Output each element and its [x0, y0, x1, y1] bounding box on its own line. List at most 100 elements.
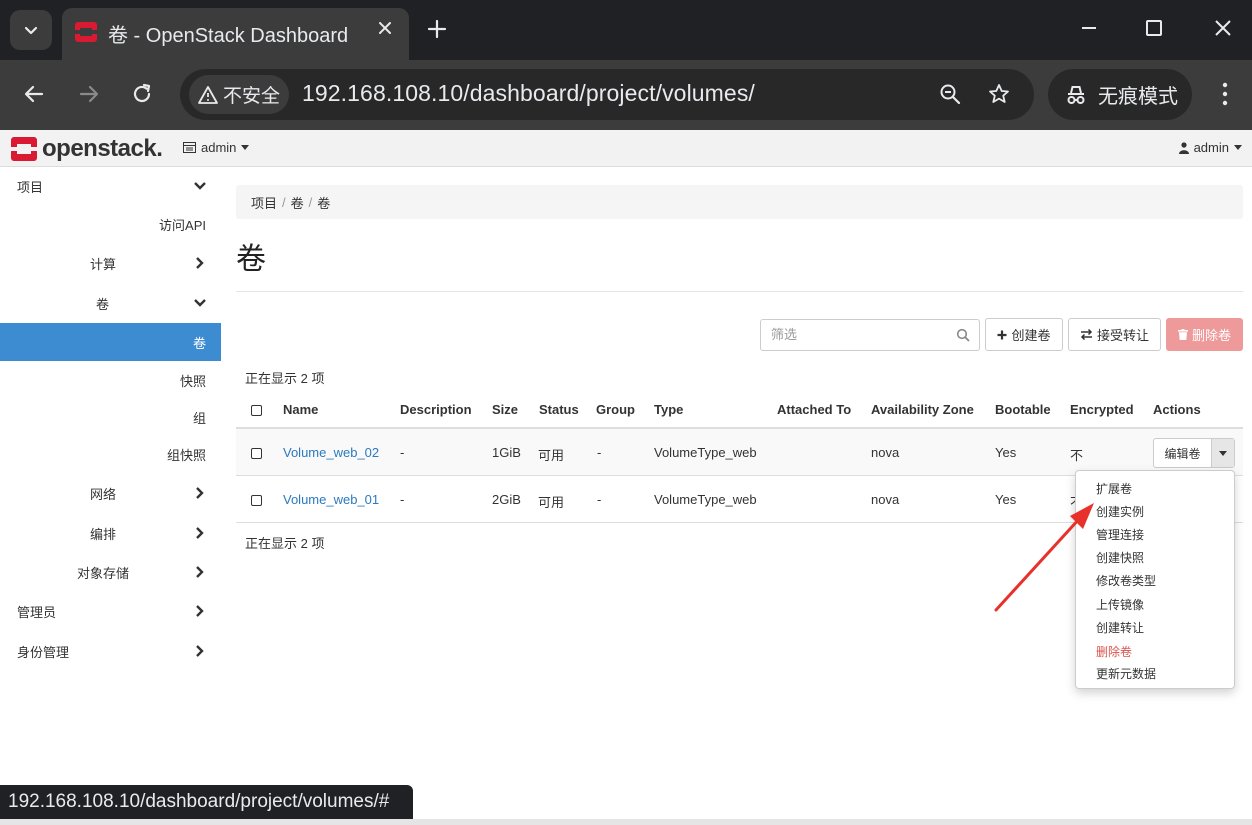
column-header-status[interactable]: Status — [539, 402, 579, 417]
sidebar-item-label: 组 — [192, 410, 206, 426]
exchange-icon — [1080, 329, 1093, 340]
bookmark-star-icon[interactable] — [987, 82, 1011, 111]
menu-item-upload-image[interactable]: 上传镜像 — [1096, 596, 1144, 613]
sidebar-item-label: 对象存储 — [77, 565, 130, 581]
sidebar-item-label: 网络 — [90, 486, 117, 502]
volume-type: VolumeType_web — [654, 492, 757, 507]
incognito-chip[interactable]: 无痕模式 — [1048, 69, 1192, 120]
menu-item-extend-volume[interactable]: 扩展卷 — [1096, 480, 1132, 497]
link-status-bubble: 192.168.108.10/dashboard/project/volumes… — [0, 785, 413, 819]
url-text[interactable]: 192.168.108.10/dashboard/project/volumes… — [302, 80, 755, 107]
table-header: Name Description Size Status Group Type … — [236, 392, 1243, 429]
volume-bootable: Yes — [995, 445, 1017, 460]
column-header-attached-to[interactable]: Attached To — [777, 402, 851, 417]
breadcrumb-item[interactable]: 项目 — [251, 193, 277, 212]
openstack-logo-text: openstack. — [42, 135, 163, 162]
chevron-right-icon — [196, 605, 204, 617]
new-tab-plus-icon[interactable] — [426, 18, 448, 45]
breadcrumb-item[interactable]: 卷 — [291, 193, 304, 212]
volume-name-link[interactable]: Volume_web_02 — [283, 445, 379, 460]
reload-icon[interactable] — [130, 82, 154, 111]
project-selector[interactable]: admin — [183, 140, 250, 155]
column-header-encrypted[interactable]: Encrypted — [1070, 402, 1134, 417]
sidebar-item-project[interactable]: 项目 — [0, 167, 221, 205]
chevron-down-icon — [194, 299, 206, 307]
filter-input[interactable] — [771, 327, 951, 342]
sidebar-item-api-access[interactable]: 访问API — [0, 205, 221, 243]
volume-description: - — [400, 492, 405, 507]
caret-down-icon — [1234, 145, 1242, 150]
browser-menu-dots-icon[interactable] — [1214, 81, 1236, 112]
volume-size: 2GiB — [492, 492, 521, 507]
accept-transfer-button[interactable]: 接受转让 — [1068, 318, 1161, 351]
row-actions-dropdown-toggle[interactable] — [1212, 439, 1234, 467]
window-close-icon[interactable] — [1211, 16, 1235, 45]
browser-tab[interactable]: 卷 - OpenStack Dashboard — [62, 8, 409, 60]
column-header-group[interactable]: Group — [596, 402, 635, 417]
sidebar-item-object-store[interactable]: 对象存储 — [0, 553, 221, 591]
menu-item-change-volume-type[interactable]: 修改卷类型 — [1096, 572, 1156, 589]
zoom-magnifier-icon[interactable] — [938, 82, 962, 111]
column-header-bootable[interactable]: Bootable — [995, 402, 1051, 417]
forward-arrow-icon[interactable] — [77, 82, 101, 111]
sidebar-item-volumes[interactable]: 卷 — [0, 323, 221, 361]
row-checkbox[interactable] — [251, 448, 262, 459]
sidebar-item-network[interactable]: 网络 — [0, 474, 221, 512]
address-bar[interactable]: 不安全 192.168.108.10/dashboard/project/vol… — [180, 69, 1034, 120]
openstack-favicon-icon — [74, 20, 98, 49]
minimize-icon[interactable] — [1077, 16, 1101, 45]
filter-box — [760, 319, 980, 351]
sidebar-item-groups[interactable]: 组 — [0, 398, 221, 436]
edit-volume-split-button: 编辑卷 — [1153, 438, 1235, 468]
user-menu[interactable]: admin — [1178, 140, 1242, 155]
search-icon[interactable] — [956, 328, 970, 342]
sidebar-item-compute[interactable]: 计算 — [0, 244, 221, 282]
volume-group: - — [597, 445, 602, 460]
row-checkbox[interactable] — [251, 495, 262, 506]
sidebar-item-snapshots[interactable]: 快照 — [0, 361, 221, 399]
menu-item-create-snapshot[interactable]: 创建快照 — [1096, 549, 1144, 566]
security-chip[interactable]: 不安全 — [189, 75, 289, 114]
menu-item-delete-volume[interactable]: 删除卷 — [1096, 643, 1132, 660]
sidebar-item-identity[interactable]: 身份管理 — [0, 632, 221, 670]
project-name: admin — [201, 140, 237, 155]
sidebar-item-volumes-group[interactable]: 卷 — [0, 284, 221, 322]
sidebar-item-label: 卷 — [192, 335, 206, 351]
volume-name-link[interactable]: Volume_web_01 — [283, 492, 379, 507]
annotation-arrow-icon — [994, 503, 1094, 612]
page-title: 卷 — [236, 243, 266, 276]
menu-item-manage-attachments[interactable]: 管理连接 — [1096, 526, 1144, 543]
browser-toolbar: 不安全 192.168.108.10/dashboard/project/vol… — [0, 60, 1252, 130]
sidebar-item-label: 编排 — [90, 526, 117, 542]
sidebar-item-admin[interactable]: 管理员 — [0, 592, 221, 630]
column-header-size[interactable]: Size — [492, 402, 518, 417]
select-all-checkbox[interactable] — [251, 405, 262, 416]
breadcrumb-separator: / — [282, 194, 286, 210]
column-header-description[interactable]: Description — [400, 402, 472, 417]
column-header-name[interactable]: Name — [283, 402, 318, 417]
column-header-availability-zone[interactable]: Availability Zone — [871, 402, 974, 417]
delete-volumes-button[interactable]: 删除卷 — [1166, 318, 1243, 351]
incognito-label: 无痕模式 — [1098, 86, 1178, 108]
maximize-icon[interactable] — [1142, 16, 1166, 45]
menu-item-launch-instance[interactable]: 创建实例 — [1096, 503, 1144, 520]
column-header-type[interactable]: Type — [654, 402, 683, 417]
tab-title: 卷 - OpenStack Dashboard — [108, 25, 349, 47]
volume-group: - — [597, 492, 602, 507]
menu-item-create-transfer[interactable]: 创建转让 — [1096, 619, 1144, 636]
menu-item-update-metadata[interactable]: 更新元数据 — [1096, 665, 1156, 682]
openstack-logo[interactable]: openstack. — [10, 135, 163, 163]
sidebar-item-group-snapshots[interactable]: 组快照 — [0, 435, 221, 473]
sidebar-item-label: 组快照 — [166, 447, 206, 463]
tab-search-button[interactable] — [10, 10, 52, 50]
sidebar-item-label: 快照 — [179, 373, 206, 389]
create-volume-label: 创建卷 — [1011, 328, 1051, 343]
close-tab-icon[interactable] — [377, 20, 393, 41]
openstack-logo-icon — [11, 137, 37, 161]
edit-volume-button[interactable]: 编辑卷 — [1154, 439, 1212, 467]
sidebar-item-label: 访问API — [159, 217, 206, 233]
sidebar-item-orchestration[interactable]: 编排 — [0, 514, 221, 552]
create-volume-button[interactable]: 创建卷 — [985, 318, 1063, 351]
back-arrow-icon[interactable] — [22, 82, 46, 111]
breadcrumb-item-current: 卷 — [317, 195, 331, 211]
